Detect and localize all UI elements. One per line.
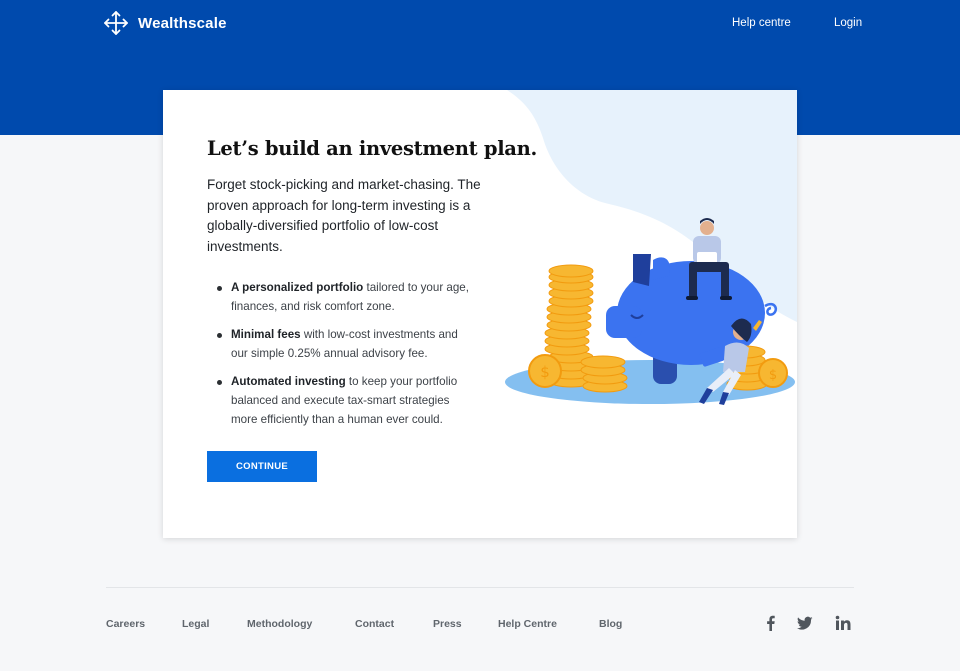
- footer-link-press[interactable]: Press: [433, 618, 462, 630]
- benefit-title: Minimal fees: [231, 328, 301, 341]
- page-title: Let’s build an investment plan.: [207, 137, 537, 160]
- benefits-list: A personalized portfolio tailored to you…: [217, 278, 477, 438]
- footer-link-legal[interactable]: Legal: [182, 618, 209, 630]
- twitter-icon[interactable]: [797, 615, 813, 631]
- footer-link-blog[interactable]: Blog: [599, 618, 622, 630]
- intro-text: Forget stock-picking and market-chasing.…: [207, 177, 481, 254]
- benefit-title: A personalized portfolio: [231, 281, 364, 294]
- nav-help-centre-link[interactable]: Help centre: [732, 17, 791, 29]
- facebook-icon[interactable]: [763, 615, 779, 631]
- footer-link-methodology[interactable]: Methodology: [247, 618, 312, 630]
- brand-name: Wealthscale: [138, 14, 227, 32]
- benefit-title: Automated investing: [231, 375, 346, 388]
- investment-plan-card: Let’s build an investment plan. Forget s…: [163, 90, 797, 538]
- nav-login-link[interactable]: Login: [834, 17, 862, 29]
- move-arrows-icon: [103, 10, 129, 36]
- continue-button[interactable]: CONTINUE: [207, 451, 317, 482]
- svg-text:$: $: [540, 363, 550, 381]
- piggy-bank-illustration: $ $: [505, 218, 795, 405]
- footer-link-help-centre[interactable]: Help Centre: [498, 618, 557, 630]
- footer-link-careers[interactable]: Careers: [106, 618, 145, 630]
- list-item: A personalized portfolio tailored to you…: [217, 278, 477, 316]
- svg-text:$: $: [769, 368, 777, 383]
- linkedin-icon[interactable]: [835, 615, 851, 631]
- footer-divider: [106, 587, 854, 588]
- brand-logo[interactable]: Wealthscale: [103, 10, 227, 36]
- list-item: Automated investing to keep your portfol…: [217, 372, 477, 429]
- list-item: Minimal fees with low-cost investments a…: [217, 325, 477, 363]
- footer-link-contact[interactable]: Contact: [355, 618, 394, 630]
